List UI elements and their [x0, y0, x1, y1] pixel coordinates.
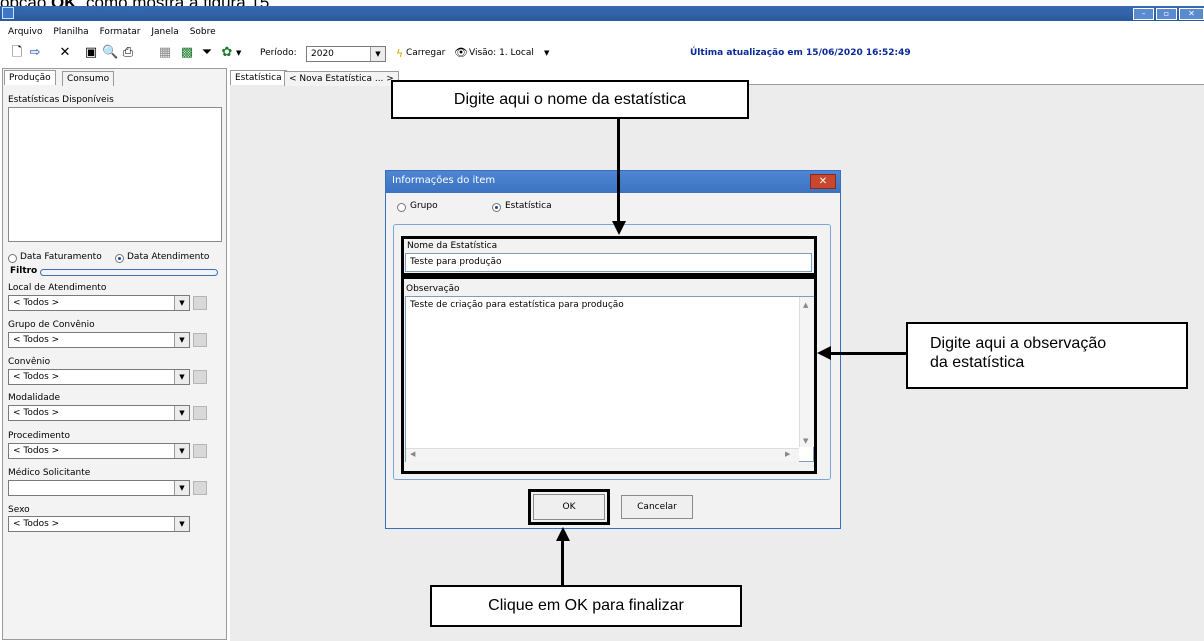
chevron-down-icon[interactable]: ▼	[370, 47, 385, 61]
radio-grupo[interactable]	[397, 203, 406, 212]
estatisticas-label: Estatísticas Disponíveis	[8, 95, 114, 105]
preview-icon[interactable]: 🔍	[102, 46, 118, 60]
estatistica-label: Estatística	[505, 201, 552, 211]
filter-label-local: Local de Atendimento	[8, 283, 107, 293]
new-file-icon[interactable]: 🗋	[10, 46, 24, 60]
filter-label-convenio: Convênio	[8, 357, 51, 367]
app-icon	[2, 7, 14, 19]
arrow-observacao-line	[828, 352, 906, 355]
arrow-ok-line	[561, 538, 564, 585]
filter-select-sexo[interactable]: < Todos > ▼	[8, 516, 190, 532]
filter-label-medico: Médico Solicitante	[8, 468, 91, 478]
filter-label-sexo: Sexo	[8, 505, 30, 515]
filter-label-procedimento: Procedimento	[8, 431, 71, 441]
delete-icon[interactable]: ✕	[58, 46, 72, 60]
filter-icon[interactable]: ⏷	[200, 46, 214, 60]
filter-select-modalidade[interactable]: < Todos > ▼	[8, 405, 190, 421]
filter-button-convenio[interactable]	[193, 370, 207, 384]
filter-value-sexo: < Todos >	[13, 519, 60, 529]
chevron-down-icon[interactable]: ▼	[174, 406, 189, 420]
filter-button-medico[interactable]	[193, 481, 207, 495]
chevron-down-icon[interactable]: ▼	[174, 481, 189, 495]
dialog-title: Informações do item	[392, 175, 496, 186]
cancelar-button[interactable]: Cancelar	[621, 495, 693, 519]
tab-producao[interactable]: Produção	[4, 70, 56, 85]
chevron-down-icon[interactable]: ▼	[174, 370, 189, 384]
radio-data-faturamento[interactable]	[8, 254, 17, 263]
callout-observacao-line2: da estatística	[930, 354, 1025, 371]
chevron-down-icon[interactable]: ▼	[174, 296, 189, 310]
callout-nome: Digite aqui o nome da estatística	[391, 80, 749, 119]
chevron-down-icon[interactable]: ▼	[174, 517, 189, 531]
filtro-divider	[40, 269, 218, 276]
filter-button-procedimento[interactable]	[193, 444, 207, 458]
filter-value-modalidade: < Todos >	[13, 408, 60, 418]
filter-label-modalidade: Modalidade	[8, 393, 60, 403]
filter-value-convenio: < Todos >	[13, 372, 60, 382]
callout-observacao: Digite aqui a observação da estatística	[906, 322, 1188, 389]
estatisticas-list[interactable]	[8, 107, 222, 242]
menu-planilha[interactable]: Planilha	[53, 27, 88, 37]
callout-observacao-line1: Digite aqui a observação	[930, 335, 1107, 352]
periodo-select[interactable]: 2020 ▼	[306, 46, 386, 62]
menu-arquivo[interactable]: Arquivo	[8, 27, 42, 37]
arrow-up-icon	[556, 527, 570, 541]
excel-icon[interactable]: ▩	[180, 46, 194, 60]
tab-estatistica[interactable]: Estatística	[230, 70, 287, 85]
filtro-label: Filtro	[10, 266, 38, 276]
arrow-left-icon	[817, 346, 831, 360]
lightning-icon: ϟ	[396, 47, 404, 60]
filter-select-grupo[interactable]: < Todos > ▼	[8, 332, 190, 348]
radio-data-atendimento[interactable]	[115, 254, 124, 263]
dialog-close-button[interactable]: ✕	[810, 174, 836, 189]
callout-ok: Clique em OK para finalizar	[430, 585, 742, 627]
arrow-down-icon	[612, 221, 626, 235]
arrow-nome-line	[617, 119, 620, 227]
visao-select[interactable]: Visão: 1. Local	[469, 48, 534, 58]
radio-estatistica[interactable]	[492, 203, 501, 212]
minimize-button[interactable]: –	[1133, 8, 1154, 20]
chevron-down-icon[interactable]: ▼	[174, 333, 189, 347]
carregar-button[interactable]: Carregar	[406, 48, 445, 58]
filter-select-convenio[interactable]: < Todos > ▼	[8, 369, 190, 385]
filter-button-local[interactable]	[193, 296, 207, 310]
filter-value-procedimento: < Todos >	[13, 446, 60, 456]
data-atendimento-label: Data Atendimento	[127, 252, 210, 262]
filter-label-grupo: Grupo de Convênio	[8, 320, 95, 330]
chevron-down-icon[interactable]: ▼	[174, 444, 189, 458]
periodo-value: 2020	[311, 49, 334, 59]
tab-consumo[interactable]: Consumo	[62, 71, 115, 86]
menu-sobre[interactable]: Sobre	[190, 27, 216, 37]
eye-icon: 👁	[454, 46, 468, 59]
maximize-button[interactable]: ▫	[1156, 8, 1177, 20]
refresh-icon[interactable]: ✿	[220, 46, 234, 60]
grupo-label: Grupo	[410, 201, 438, 211]
last-update-text: Última atualização em 15/06/2020 16:52:4…	[690, 48, 911, 58]
window-titlebar	[0, 6, 1204, 21]
filter-button-modalidade[interactable]	[193, 406, 207, 420]
grid-icon[interactable]: ▦	[158, 46, 172, 60]
filter-select-local[interactable]: < Todos > ▼	[8, 295, 190, 311]
filter-value-grupo: < Todos >	[13, 335, 60, 345]
save-icon[interactable]: ▣	[84, 46, 98, 60]
nome-highlight-box	[401, 236, 817, 276]
tab-nova-estatistica[interactable]: < Nova Estatística ... >	[284, 71, 399, 86]
open-icon[interactable]: ⇨	[28, 46, 42, 60]
filter-select-medico[interactable]: ▼	[8, 480, 190, 496]
data-faturamento-label: Data Faturamento	[20, 252, 102, 262]
ok-highlight-box	[528, 489, 610, 525]
menu-bar: Arquivo Planilha Formatar Janela Sobre	[0, 27, 1204, 41]
filter-button-grupo[interactable]	[193, 333, 207, 347]
filter-select-procedimento[interactable]: < Todos > ▼	[8, 443, 190, 459]
periodo-label: Período:	[260, 48, 297, 58]
filter-value-local: < Todos >	[13, 298, 60, 308]
visao-chevron-icon[interactable]: ▼	[544, 49, 549, 57]
menu-janela[interactable]: Janela	[151, 27, 178, 37]
print-icon[interactable]: ⎙	[121, 46, 135, 60]
dropdown-arrow-icon[interactable]: ▼	[236, 49, 241, 57]
observacao-highlight-box	[401, 276, 817, 474]
close-window-button[interactable]: ✕	[1179, 8, 1204, 20]
menu-formatar[interactable]: Formatar	[100, 27, 141, 37]
window-title: Sistema de Gestão - Estatística	[20, 8, 145, 17]
